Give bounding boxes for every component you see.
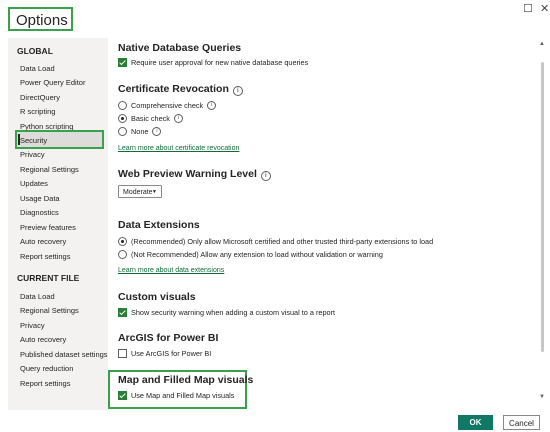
map-visuals-option[interactable]: Use Map and Filled Map visuals <box>118 391 234 400</box>
cert-option-none[interactable]: None i <box>118 127 162 136</box>
sidebar-item-published-dataset-settings[interactable]: Published dataset settings <box>20 350 108 359</box>
radio-none[interactable] <box>118 127 127 136</box>
sidebar-item-report-settings[interactable]: Report settings <box>20 252 70 261</box>
info-icon[interactable]: i <box>207 101 217 110</box>
info-icon[interactable]: i <box>173 114 183 123</box>
dialog-title: Options <box>8 7 73 31</box>
sidebar-item-auto-recovery[interactable]: Auto recovery <box>20 237 66 246</box>
options-sidebar: GLOBAL Data Load Power Query Editor Dire… <box>8 38 108 410</box>
map-visuals-label: Use Map and Filled Map visuals <box>131 391 235 400</box>
data-ext-option-not-recommended[interactable]: (Not Recommended) Allow any extension to… <box>118 250 383 259</box>
sidebar-item-regional-settings[interactable]: Regional Settings <box>20 165 79 174</box>
radio-recommended[interactable] <box>118 237 127 246</box>
sidebar-item-diagnostics[interactable]: Diagnostics <box>20 208 59 217</box>
sidebar-item-file-regional-settings[interactable]: Regional Settings <box>20 306 79 315</box>
arcgis-label: Use ArcGIS for Power BI <box>131 349 212 358</box>
custom-visuals-warning-option[interactable]: Show security warning when adding a cust… <box>118 308 335 317</box>
sidebar-item-file-report-settings[interactable]: Report settings <box>20 379 70 388</box>
cert-option-comprehensive-label: Comprehensive check <box>131 101 204 110</box>
arcgis-option[interactable]: Use ArcGIS for Power BI <box>118 349 211 358</box>
web-preview-level-dropdown[interactable]: Moderate ▼ <box>118 185 162 198</box>
custom-visuals-warning-label: Show security warning when adding a cust… <box>131 308 336 317</box>
cert-option-basic[interactable]: Basic check i <box>118 114 183 123</box>
native-db-queries-heading: Native Database Queries <box>118 42 242 54</box>
chevron-down-icon: ▼ <box>152 189 157 195</box>
sidebar-item-r-scripting[interactable]: R scripting <box>20 107 55 116</box>
sidebar-item-data-load[interactable]: Data Load <box>20 64 55 73</box>
info-icon[interactable]: i <box>152 127 162 136</box>
ok-button[interactable]: OK <box>458 415 493 430</box>
sidebar-global-header: GLOBAL <box>17 46 53 56</box>
certificate-revocation-heading: Certificate Revocation i <box>118 83 243 96</box>
cert-option-none-label: None <box>131 127 149 136</box>
scroll-down-icon[interactable]: ▼ <box>539 394 545 400</box>
security-settings-panel: Native Database Queries Require user app… <box>108 38 536 410</box>
sidebar-item-preview-features[interactable]: Preview features <box>20 223 76 232</box>
arcgis-heading: ArcGIS for Power BI <box>118 332 219 344</box>
sidebar-item-privacy[interactable]: Privacy <box>20 150 45 159</box>
maximize-icon[interactable]: ☐ <box>523 2 533 15</box>
custom-visuals-heading: Custom visuals <box>118 291 196 303</box>
web-preview-level-value: Moderate <box>123 189 153 196</box>
sidebar-item-updates[interactable]: Updates <box>20 179 48 188</box>
sidebar-item-file-data-load[interactable]: Data Load <box>20 292 55 301</box>
cert-revocation-learn-more-link[interactable]: Learn more about certificate revocation <box>118 145 239 152</box>
info-icon[interactable]: i <box>232 86 243 96</box>
data-ext-option-recommended-label: (Recommended) Only allow Microsoft certi… <box>131 237 434 246</box>
radio-basic[interactable] <box>118 114 127 123</box>
data-extensions-learn-more-link[interactable]: Learn more about data extensions <box>118 267 224 274</box>
native-db-approval-label: Require user approval for new native dat… <box>131 58 309 67</box>
web-preview-title: Web Preview Warning Level <box>118 168 257 180</box>
sidebar-item-usage-data[interactable]: Usage Data <box>20 194 60 203</box>
sidebar-item-file-auto-recovery[interactable]: Auto recovery <box>20 335 66 344</box>
data-extensions-heading: Data Extensions <box>118 219 200 231</box>
data-ext-option-not-recommended-label: (Not Recommended) Allow any extension to… <box>131 250 383 259</box>
map-visuals-heading: Map and Filled Map visuals <box>118 374 254 386</box>
sidebar-current-file-header: CURRENT FILE <box>17 273 80 283</box>
scroll-up-icon[interactable]: ▲ <box>539 41 545 47</box>
certificate-revocation-title: Certificate Revocation <box>118 83 229 95</box>
sidebar-item-power-query-editor[interactable]: Power Query Editor <box>20 78 85 87</box>
custom-visuals-warning-checkbox[interactable] <box>118 308 127 317</box>
cert-option-comprehensive[interactable]: Comprehensive check i <box>118 101 217 110</box>
sidebar-item-query-reduction[interactable]: Query reduction <box>20 364 73 373</box>
content-scrollbar[interactable]: ▲ ▼ <box>537 38 548 410</box>
close-icon[interactable]: ✕ <box>540 2 549 15</box>
sidebar-item-directquery[interactable]: DirectQuery <box>20 93 60 102</box>
data-ext-option-recommended[interactable]: (Recommended) Only allow Microsoft certi… <box>118 237 433 246</box>
radio-comprehensive[interactable] <box>118 101 127 110</box>
sidebar-item-security[interactable]: Security <box>20 136 47 145</box>
radio-not-recommended[interactable] <box>118 250 127 259</box>
info-icon[interactable]: i <box>260 171 271 181</box>
native-db-approval-checkbox[interactable] <box>118 58 127 67</box>
scrollbar-thumb[interactable] <box>541 62 544 352</box>
cancel-button[interactable]: Cancel <box>503 415 540 430</box>
arcgis-checkbox[interactable] <box>118 349 127 358</box>
cert-option-basic-label: Basic check <box>131 114 170 123</box>
native-db-approval-option[interactable]: Require user approval for new native dat… <box>118 58 308 67</box>
map-visuals-checkbox[interactable] <box>118 391 127 400</box>
web-preview-heading: Web Preview Warning Level i <box>118 168 271 181</box>
sidebar-item-file-privacy[interactable]: Privacy <box>20 321 45 330</box>
